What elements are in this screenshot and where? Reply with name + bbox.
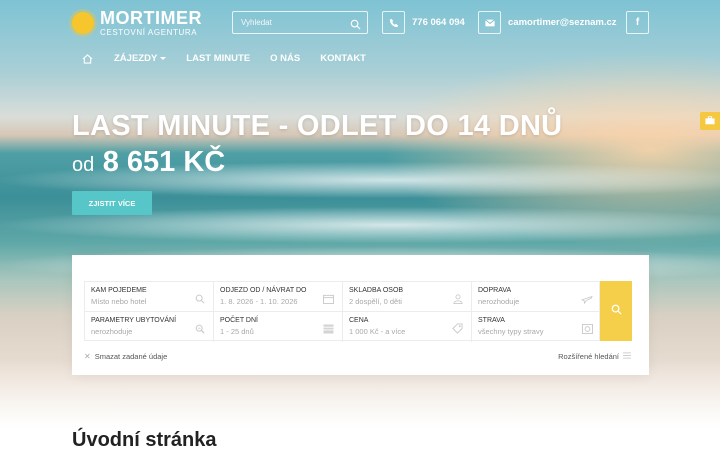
clear-label: Smazat zadané údaje — [94, 352, 168, 361]
hero-title: LAST MINUTE - ODLET DO 14 DNŮ — [72, 110, 563, 142]
calendar-icon — [323, 291, 334, 309]
search-panel: KAM POJEDEME Místo nebo hotel ODJEZD OD … — [72, 255, 649, 375]
calendar-grid-icon — [323, 321, 334, 339]
search-input[interactable] — [233, 18, 343, 27]
zoom-icon — [195, 321, 205, 339]
field-label: PARAMETRY UBYTOVÁNÍ — [91, 317, 177, 324]
clear-filters-link[interactable]: ✕ Smazat zadané údaje — [84, 352, 167, 361]
search-icon — [611, 302, 622, 320]
home-icon[interactable] — [82, 53, 93, 64]
nav-item-kontakt[interactable]: KONTAKT — [320, 53, 366, 64]
field-persons[interactable]: SKLADBA OSOB 2 dospělí, 0 děti — [343, 282, 472, 312]
nav-item-zajezdy[interactable]: ZÁJEZDY — [114, 53, 167, 64]
mail-icon — [478, 11, 501, 34]
field-days[interactable]: POČET DNÍ 1 - 25 dnů — [214, 312, 343, 342]
brand-name: MORTIMER — [100, 8, 202, 28]
email-contact[interactable]: camortimer@seznam.cz — [478, 11, 617, 34]
header-search — [232, 11, 368, 34]
field-label: POČET DNÍ — [220, 317, 258, 324]
field-accommodation[interactable]: PARAMETRY UBYTOVÁNÍ nerozhoduje — [85, 312, 214, 342]
search-button[interactable] — [600, 281, 632, 341]
field-label: SKLADBA OSOB — [349, 287, 404, 294]
hero-background — [0, 0, 720, 450]
close-icon: ✕ — [84, 352, 91, 361]
field-board[interactable]: STRAVA všechny typy stravy — [472, 312, 601, 342]
nav-item-o-nas[interactable]: O NÁS — [270, 53, 300, 64]
field-destination[interactable]: KAM POJEDEME Místo nebo hotel — [85, 282, 214, 312]
nav-item-label: ZÁJEZDY — [114, 53, 158, 64]
logo[interactable]: MORTIMER CESTOVNÍ AGENTURA — [72, 9, 202, 37]
field-label: CENA — [349, 317, 369, 324]
field-value: 1 000 Kč - a více — [349, 327, 406, 337]
phone-number[interactable]: 776 064 094 — [412, 17, 465, 28]
phone-icon — [382, 11, 405, 34]
field-transport[interactable]: DOPRAVA nerozhoduje — [472, 282, 601, 312]
briefcase-icon — [705, 112, 715, 130]
field-price[interactable]: CENA 1 000 Kč - a více — [343, 312, 472, 342]
advanced-label: Rozšířené hledání — [558, 352, 619, 361]
field-value: nerozhoduje — [91, 327, 133, 337]
brand-subtitle: CESTOVNÍ AGENTURA — [100, 28, 198, 37]
phone-contact[interactable]: 776 064 094 — [382, 11, 465, 34]
field-label: STRAVA — [478, 317, 505, 324]
nav-item-last-minute[interactable]: LAST MINUTE — [186, 53, 250, 64]
search-icon — [195, 291, 205, 309]
field-dates[interactable]: ODJEZD OD / NÁVRAT DO 1. 8. 2026 - 1. 10… — [214, 282, 343, 312]
field-value: nerozhoduje — [478, 297, 520, 307]
field-value: 1 - 25 dnů — [220, 327, 254, 337]
section-title: Úvodní stránka — [72, 429, 217, 450]
chevron-down-icon — [160, 57, 167, 60]
hero-price-line: od 8 651 KČ — [72, 146, 225, 179]
learn-more-button[interactable]: ZJISTIT VÍCE — [72, 191, 152, 215]
person-icon — [453, 291, 463, 309]
hero-price: 8 651 KČ — [102, 146, 226, 178]
email-address[interactable]: camortimer@seznam.cz — [508, 17, 617, 28]
plane-icon — [580, 291, 593, 309]
food-icon — [582, 321, 593, 339]
main-nav: ZÁJEZDY LAST MINUTE O NÁS KONTAKT — [82, 53, 386, 64]
field-value: 2 dospělí, 0 děti — [349, 297, 402, 307]
filter-icon — [623, 352, 631, 361]
search-fields: KAM POJEDEME Místo nebo hotel ODJEZD OD … — [84, 281, 601, 342]
field-label: ODJEZD OD / NÁVRAT DO — [220, 287, 307, 294]
sun-icon — [72, 12, 94, 34]
search-icon[interactable] — [350, 17, 361, 35]
field-label: DOPRAVA — [478, 287, 512, 294]
field-value: Místo nebo hotel — [91, 297, 147, 307]
side-tab[interactable] — [700, 112, 720, 130]
price-prefix: od — [72, 154, 95, 176]
field-label: KAM POJEDEME — [91, 287, 147, 294]
advanced-search-link[interactable]: Rozšířené hledání — [558, 352, 631, 361]
field-value: všechny typy stravy — [478, 327, 544, 337]
facebook-icon[interactable]: f — [626, 11, 649, 34]
field-value: 1. 8. 2026 - 1. 10. 2026 — [220, 297, 298, 307]
tag-icon — [452, 321, 463, 339]
